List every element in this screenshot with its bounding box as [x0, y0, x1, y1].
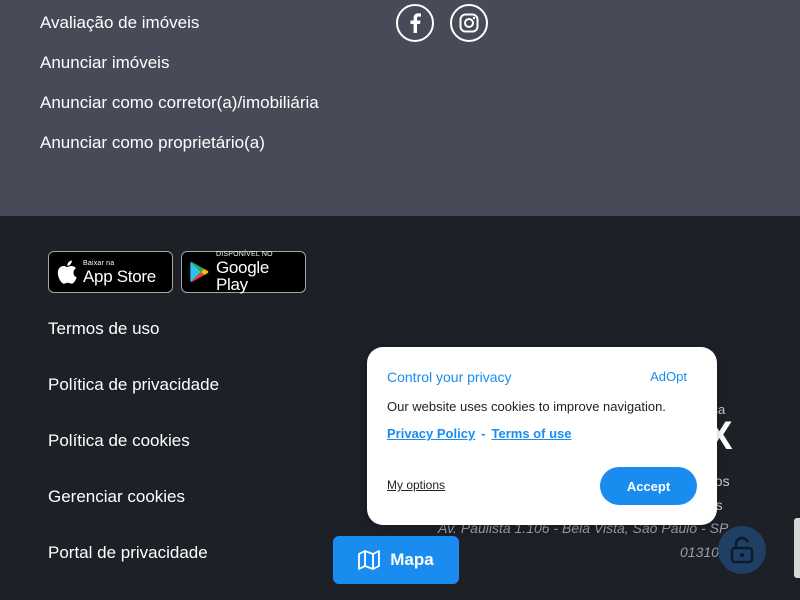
app-store-small: Baixar na: [83, 259, 115, 267]
google-play-text: DISPONÍVEL NO Google Play: [216, 251, 297, 293]
cookie-modal-title: Control your privacy: [387, 369, 512, 385]
apple-icon: [57, 260, 77, 284]
app-store-text: Baixar na App Store: [83, 260, 156, 285]
app-store-badge[interactable]: Baixar na App Store: [48, 251, 173, 293]
link-anunciar-proprietario[interactable]: Anunciar como proprietário(a): [40, 132, 319, 172]
link-termos-uso[interactable]: Termos de uso: [48, 318, 219, 374]
top-links-list: Avaliação de imóveis Anunciar imóveis An…: [40, 12, 319, 172]
google-play-small: DISPONÍVEL NO: [215, 251, 273, 258]
map-button[interactable]: Mapa: [333, 536, 459, 584]
cookie-modal-brand[interactable]: AdOpt: [650, 369, 687, 384]
bottom-links-list: Termos de uso Política de privacidade Po…: [48, 318, 219, 598]
link-gerenciar-cookies[interactable]: Gerenciar cookies: [48, 486, 219, 542]
instagram-icon[interactable]: [450, 4, 488, 42]
map-button-label: Mapa: [390, 550, 434, 569]
store-badges: Baixar na App Store DISPONÍVEL NO Google…: [48, 251, 306, 293]
cookie-links-separator: -: [481, 426, 486, 441]
privacy-lock-button[interactable]: [718, 526, 766, 574]
my-options-link[interactable]: My options: [387, 478, 445, 492]
link-portal-privacidade[interactable]: Portal de privacidade: [48, 542, 219, 598]
facebook-icon[interactable]: [396, 4, 434, 42]
link-avaliacao-imoveis[interactable]: Avaliação de imóveis: [40, 12, 319, 52]
lock-icon: [730, 536, 754, 564]
cookie-modal-links: Privacy Policy - Terms of use: [387, 426, 571, 441]
google-play-icon: [190, 261, 209, 283]
link-anunciar-imoveis[interactable]: Anunciar imóveis: [40, 52, 319, 92]
cookie-modal-text: Our website uses cookies to improve navi…: [387, 399, 666, 414]
accept-button[interactable]: Accept: [600, 467, 697, 505]
footer-top-section: Avaliação de imóveis Anunciar imóveis An…: [0, 0, 800, 216]
app-store-big: App Store: [83, 266, 156, 286]
google-play-badge[interactable]: DISPONÍVEL NO Google Play: [181, 251, 306, 293]
link-anunciar-corretor[interactable]: Anunciar como corretor(a)/imobiliária: [40, 92, 319, 132]
link-politica-cookies[interactable]: Política de cookies: [48, 430, 219, 486]
google-play-big: Google Play: [215, 258, 269, 294]
map-icon: [358, 550, 381, 570]
terms-of-use-link[interactable]: Terms of use: [492, 426, 572, 441]
side-scroll-edge: [794, 518, 800, 578]
social-links: [396, 4, 488, 42]
link-politica-privacidade[interactable]: Política de privacidade: [48, 374, 219, 430]
cookie-consent-modal: Control your privacy AdOpt Our website u…: [367, 347, 717, 525]
privacy-policy-link[interactable]: Privacy Policy: [387, 426, 475, 441]
